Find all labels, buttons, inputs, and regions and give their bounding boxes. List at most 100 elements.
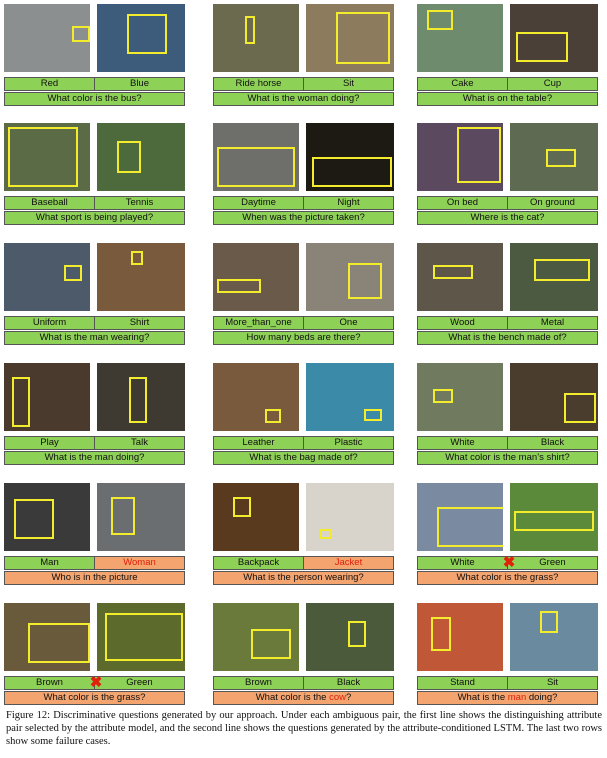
attribute-left: Baseball xyxy=(31,197,68,208)
attribute-left: Brown xyxy=(245,677,272,688)
attribute-left: Daytime xyxy=(241,197,276,208)
example-cell: Ride horse Sit What is the woman doing? xyxy=(209,4,398,122)
attribute-pair: Leather Plastic xyxy=(213,436,394,450)
example-cell: Man Woman Who is in the picture xyxy=(0,483,189,601)
attention-box xyxy=(265,409,281,423)
photo-left xyxy=(417,123,503,191)
attribute-right: Tennis xyxy=(94,197,184,209)
attribute-right: Metal xyxy=(507,317,597,329)
attention-box xyxy=(336,12,390,64)
attention-box xyxy=(348,263,382,299)
generated-question: What sport is being played? xyxy=(4,211,185,225)
attention-box xyxy=(431,617,451,651)
generated-question: What color is the man’s shirt? xyxy=(417,451,598,465)
generated-question: What color is the grass? xyxy=(417,571,598,585)
attribute-pair: Uniform Shirt xyxy=(4,316,185,330)
attribute-pair: Cake Cup xyxy=(417,77,598,91)
attention-box xyxy=(564,393,596,423)
attention-box xyxy=(127,14,167,54)
attention-box xyxy=(514,511,594,531)
photo-left xyxy=(213,483,299,551)
attribute-pair: Daytime Night xyxy=(213,196,394,210)
attribute-pair: More_than_one One xyxy=(213,316,394,330)
photo-left xyxy=(4,483,90,551)
photo-left xyxy=(213,363,299,431)
attribute-right: Night xyxy=(303,197,393,209)
photo-left xyxy=(213,603,299,671)
example-cell: Uniform Shirt What is the man wearing? xyxy=(0,243,189,361)
attention-box xyxy=(312,157,392,187)
example-cell: Backpack Jacket What is the person wearing… xyxy=(209,483,398,601)
attribute-pair: Brown Black xyxy=(213,676,394,690)
attribute-left: White xyxy=(450,557,475,568)
photo-right xyxy=(306,123,394,191)
attention-box xyxy=(245,16,255,44)
photo-right xyxy=(97,4,185,72)
attribute-right: Shirt xyxy=(94,317,184,329)
attention-box xyxy=(251,629,291,659)
attention-box xyxy=(64,265,82,281)
attribute-pair: Ride horse Sit xyxy=(213,77,394,91)
attribute-pair: Baseball Tennis xyxy=(4,196,185,210)
photo-right xyxy=(510,363,598,431)
example-cell: Play Talk What is the man doing? xyxy=(0,363,189,481)
attribute-right: Cup xyxy=(507,78,597,90)
photo-right xyxy=(510,123,598,191)
generated-question: Where is the cat? xyxy=(417,211,598,225)
generated-question: How many beds are there? xyxy=(213,331,394,345)
photo-left xyxy=(4,4,90,72)
question-error-word: cow xyxy=(329,692,346,703)
attribute-left: Man xyxy=(40,557,59,568)
photo-right xyxy=(510,603,598,671)
attention-box xyxy=(105,613,183,661)
figure-caption: Figure 12: Discriminative questions gene… xyxy=(6,710,602,747)
attribute-right: Blue xyxy=(94,78,184,90)
attention-box xyxy=(433,265,473,279)
generated-question: What is the bench made of? xyxy=(417,331,598,345)
photo-left xyxy=(417,483,503,551)
example-cell: More_than_one One How many beds are there? xyxy=(209,243,398,361)
attribute-right: Jacket xyxy=(303,557,393,569)
attribute-pair: Stand Sit xyxy=(417,676,598,690)
attribute-left: Wood xyxy=(450,317,475,328)
attention-box xyxy=(320,529,332,539)
attribute-right: Plastic xyxy=(303,437,393,449)
example-cell: Brown Black What color is the cow? xyxy=(209,603,398,721)
example-cell: Cake Cup What is on the table? xyxy=(413,4,602,122)
attribute-right: Talk xyxy=(94,437,184,449)
photo-left xyxy=(417,363,503,431)
photo-right xyxy=(306,4,394,72)
attention-box xyxy=(12,377,30,427)
example-cell: White Green ✖ What color is the grass? xyxy=(413,483,602,601)
photo-left xyxy=(417,4,503,72)
attribute-left: More_than_one xyxy=(225,317,292,328)
photo-right xyxy=(97,123,185,191)
attention-box xyxy=(111,497,135,535)
attention-box xyxy=(457,127,501,183)
attribute-pair: On bed On ground xyxy=(417,196,598,210)
attribute-right: Black xyxy=(507,437,597,449)
attention-box xyxy=(217,279,261,293)
attention-box xyxy=(131,251,143,265)
example-cell: Baseball Tennis What sport is being played… xyxy=(0,123,189,241)
photo-right xyxy=(306,243,394,311)
attribute-pair: Red Blue xyxy=(4,77,185,91)
attribute-left: Backpack xyxy=(237,557,280,568)
attention-box xyxy=(348,621,366,647)
attribute-pair: Wood Metal xyxy=(417,316,598,330)
generated-question: What color is the bus? xyxy=(4,92,185,106)
figure-grid: Red Blue What color is the bus? Ride horse S… xyxy=(0,0,607,705)
question-prefix: What color is the xyxy=(255,692,330,703)
question-error-word: man xyxy=(507,692,527,703)
attribute-left: Ride horse xyxy=(235,78,282,89)
photo-right xyxy=(510,243,598,311)
generated-question: What is on the table? xyxy=(417,92,598,106)
generated-question: What is the bag made of? xyxy=(213,451,394,465)
question-suffix: doing? xyxy=(526,692,558,703)
attention-box xyxy=(534,259,590,281)
attribute-pair: Backpack Jacket xyxy=(213,556,394,570)
example-cell: Red Blue What color is the bus? xyxy=(0,4,189,122)
question-suffix: ? xyxy=(346,692,352,703)
attribute-left: Stand xyxy=(450,677,475,688)
generated-question: What color is the cow? xyxy=(213,691,394,705)
